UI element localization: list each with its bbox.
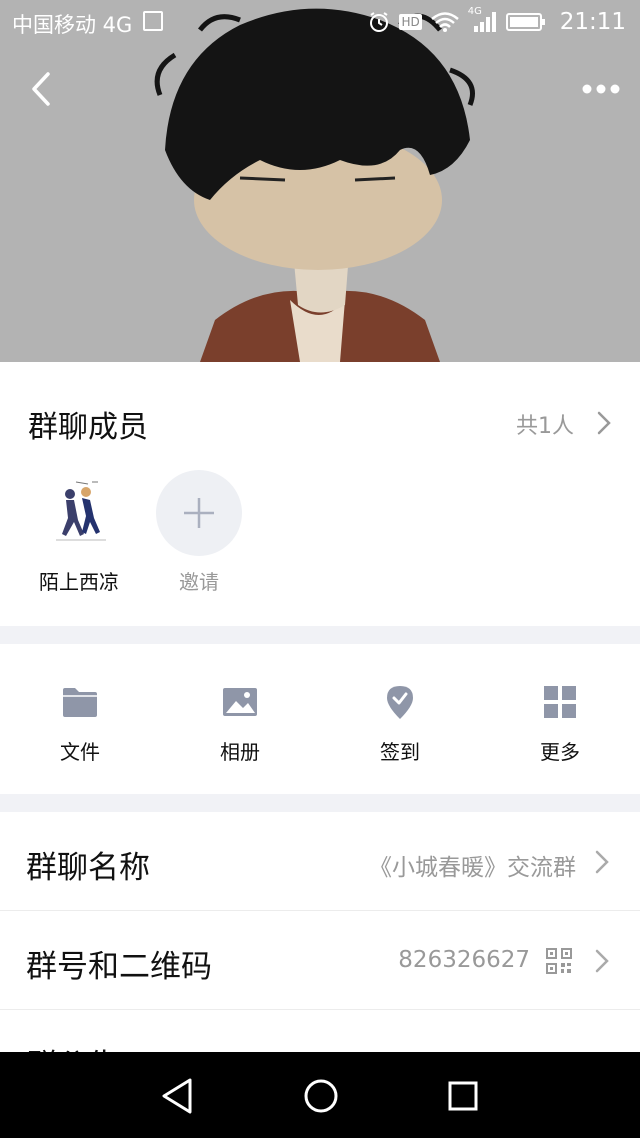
cellular-signal-icon: 4G [468,6,498,34]
files-label: 文件 [60,740,100,764]
member-avatar[interactable] [36,470,122,556]
more-label: 更多 [540,740,580,764]
wifi-icon [430,12,459,32]
nav-home-circle-icon[interactable] [299,1074,343,1118]
carrier-label: 中国移动 4G [12,13,133,37]
more-action[interactable]: 更多 [500,682,620,765]
image-notification-icon [143,11,163,31]
alarm-icon [370,12,389,32]
image-icon [223,688,257,716]
back-arrow-icon[interactable] [22,68,62,110]
group-number-row[interactable]: 群号和二维码 826326627 [0,911,640,1010]
group-name-label: 群聊名称 [26,850,150,886]
album-label: 相册 [220,740,260,764]
chevron-right-icon[interactable] [596,410,612,436]
hd-badge: HD [399,14,422,30]
cartoon-avatar-illustration [0,0,640,362]
quick-actions-bar: 文件 相册 签到 更多 [0,644,640,794]
check-in-action[interactable]: 签到 [340,682,460,765]
group-name-value: 《小城春暖》交流群 [369,855,576,881]
clock-time: 21:11 [559,9,626,35]
album-action[interactable]: 相册 [180,682,300,765]
nav-back-triangle-icon[interactable] [156,1074,200,1118]
member-name: 陌上西凉 [39,570,119,594]
check-in-icon [387,686,413,719]
invite-avatar[interactable] [156,470,242,556]
member-avatar-illustration [36,470,122,556]
invite-member-button[interactable]: 邀请 [144,470,254,595]
files-action[interactable]: 文件 [20,682,140,765]
group-cover-image[interactable]: 中国移动 4G HD 4G 21:11 [0,0,640,362]
member-item[interactable]: 陌上西凉 [24,470,134,595]
more-options-icon[interactable] [578,72,624,106]
group-number-label: 群号和二维码 [26,949,212,985]
group-number-value: 826326627 [398,947,530,973]
check-in-label: 签到 [380,740,420,764]
grid-icon [544,686,576,718]
section-divider [0,626,640,644]
battery-icon [505,13,545,31]
qr-code-icon [546,948,572,974]
chevron-right-icon [595,850,609,874]
status-bar: 中国移动 4G HD 4G 21:11 [0,0,640,44]
chevron-right-icon [595,949,609,973]
section-divider [0,794,640,812]
folder-icon [63,688,97,717]
members-title: 群聊成员 [28,410,148,445]
nav-recents-square-icon[interactable] [441,1074,485,1118]
members-count-link[interactable]: 共1人 [516,408,574,440]
plus-icon [184,498,214,528]
invite-label: 邀请 [179,570,219,594]
group-name-row[interactable]: 群聊名称 《小城春暖》交流群 [0,812,640,911]
system-navigation-bar [0,1052,640,1138]
group-members-section: 群聊成员 共1人 陌上西凉 邀请 [0,362,640,626]
